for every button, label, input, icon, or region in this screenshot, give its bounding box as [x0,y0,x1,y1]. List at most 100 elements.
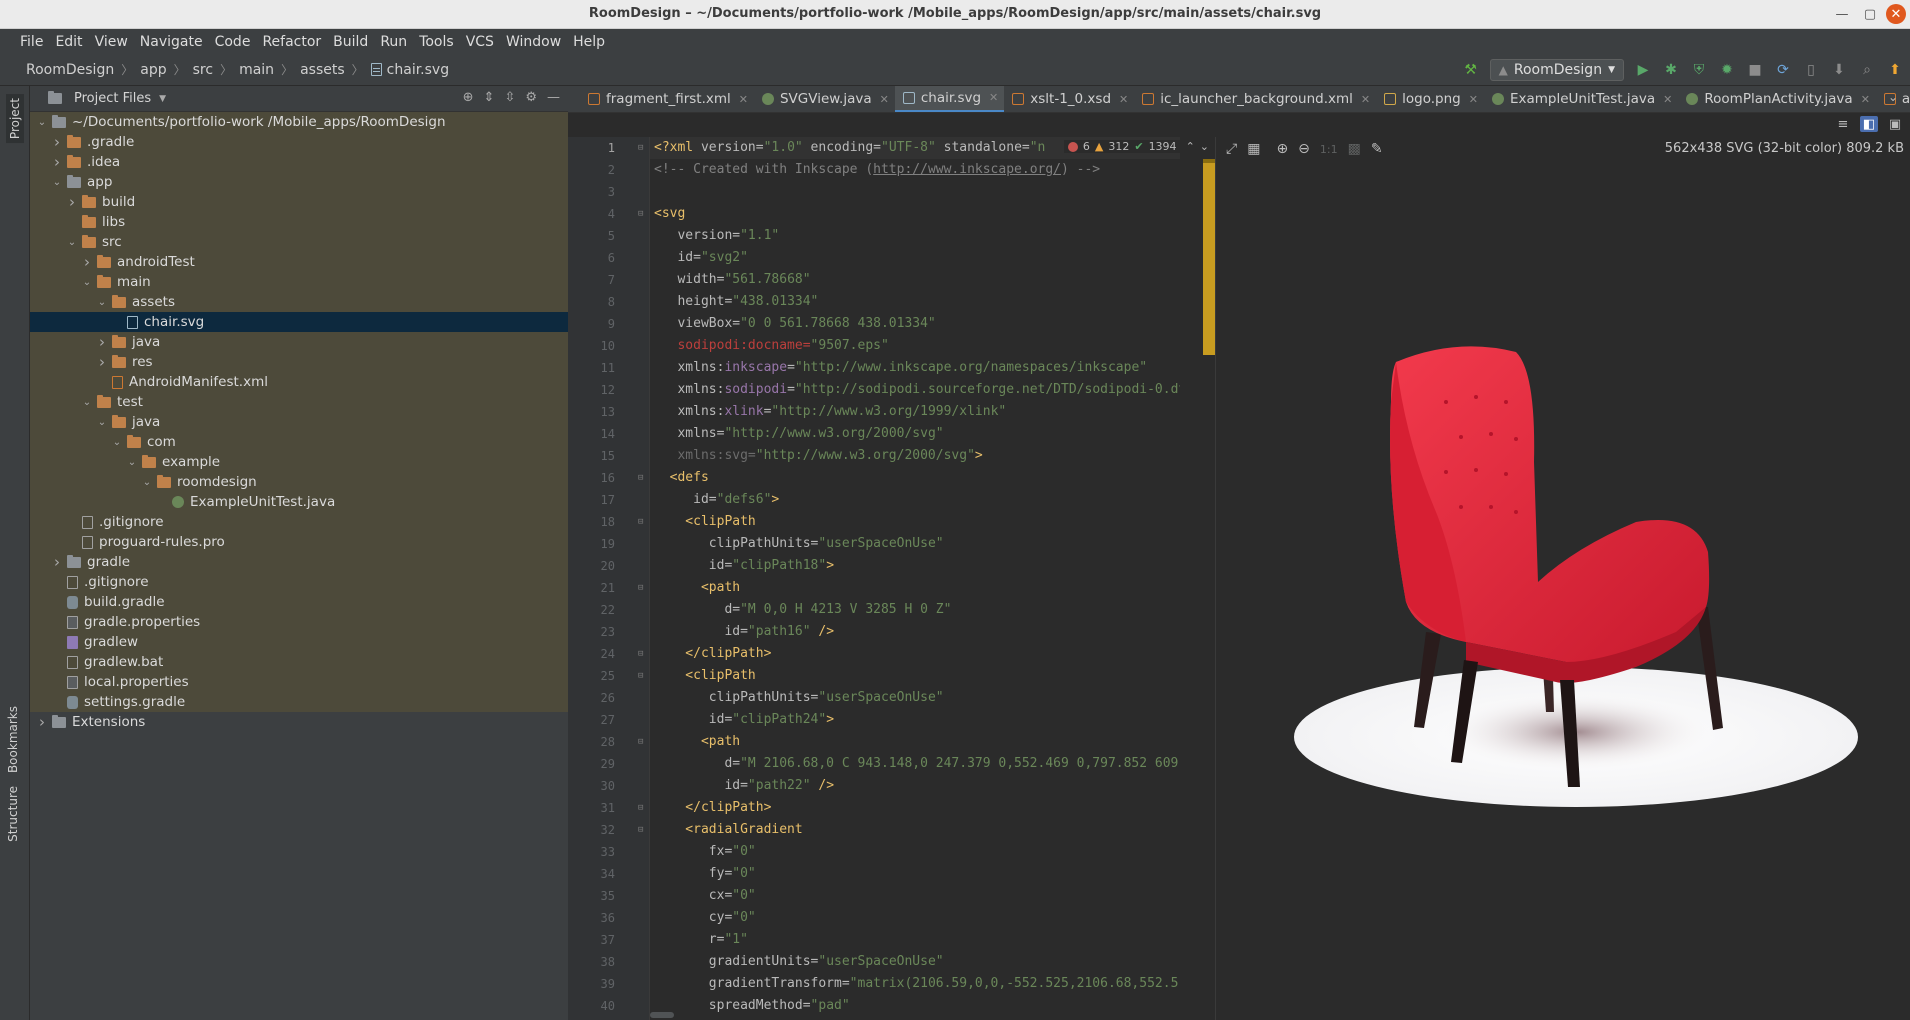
chevron-down-icon[interactable]: ⌄ [81,277,93,288]
update-icon[interactable]: ⬆ [1886,61,1904,79]
code-line[interactable]: <svg [650,203,1180,225]
code-line[interactable]: spreadMethod="pad" [650,995,1180,1017]
code-line[interactable]: cx="0" [650,885,1180,907]
tree-item[interactable]: ⌄ main [30,272,568,292]
code-line[interactable]: id="svg2" [650,247,1180,269]
tree-item[interactable]: build.gradle [30,592,568,612]
code-line[interactable]: viewBox="0 0 561.78668 438.01334" [650,313,1180,335]
tree-item[interactable]: › java [30,332,568,352]
code-line[interactable]: <path [650,577,1180,599]
code-line[interactable]: xmlns:svg="http://www.w3.org/2000/svg"> [650,445,1180,467]
tree-item[interactable]: ⌄ ~/Documents/portfolio-work /Mobile_apps… [30,112,568,132]
fold-marker-icon[interactable]: ⊟ [638,825,643,835]
menu-view[interactable]: View [95,34,128,50]
collapse-all-icon[interactable]: ⇳ [504,90,515,105]
close-icon[interactable]: ✕ [1886,4,1906,24]
close-tab-icon[interactable]: ✕ [1663,93,1672,106]
tree-item[interactable]: › .idea [30,152,568,172]
code-line[interactable]: d="M 2106.68,0 C 943.148,0 247.379 0,552… [650,753,1180,775]
chevron-down-icon[interactable]: ⌄ [126,457,138,468]
chevron-down-icon[interactable]: ⌄ [81,397,93,408]
code-line[interactable]: <path [650,731,1180,753]
tree-item[interactable]: local.properties [30,672,568,692]
locate-file-icon[interactable]: ⊕ [463,90,474,105]
zoom-out-icon[interactable]: ⊖ [1298,141,1310,157]
project-tool-window-tab[interactable]: Project [6,94,24,144]
minimize-icon[interactable]: — [1830,3,1854,25]
code-line[interactable]: <clipPath [650,665,1180,687]
tree-item[interactable]: gradlew [30,632,568,652]
code-line[interactable]: cy="0" [650,907,1180,929]
tree-item[interactable]: ⌄ java [30,412,568,432]
close-tab-icon[interactable]: ✕ [1119,93,1128,106]
code-line[interactable]: id="clipPath18"> [650,555,1180,577]
build-hammer-icon[interactable]: ⚒ [1462,61,1480,79]
chevron-right-icon[interactable]: › [81,253,93,271]
menu-refactor[interactable]: Refactor [262,34,321,50]
chevron-right-icon[interactable]: › [51,153,63,171]
fold-marker-icon[interactable]: ⊟ [638,209,643,219]
code-line[interactable]: <radialGradient [650,819,1180,841]
close-tab-icon[interactable]: ✕ [739,93,748,106]
tree-item[interactable]: gradle.properties [30,612,568,632]
color-picker-icon[interactable]: ✎ [1371,141,1383,157]
zoom-in-icon[interactable]: ⊕ [1276,141,1288,157]
profile-icon[interactable]: ✹ [1718,61,1736,79]
menu-file[interactable]: File [20,34,43,50]
fold-marker-icon[interactable]: ⊟ [638,473,643,483]
code-line[interactable]: clipPathUnits="userSpaceOnUse" [650,687,1180,709]
breadcrumb-item[interactable]: src [193,62,213,78]
close-tab-icon[interactable]: ✕ [989,91,998,104]
tree-item[interactable]: ⌄ app [30,172,568,192]
tree-item[interactable]: ⌄ src [30,232,568,252]
tree-item[interactable]: gradlew.bat [30,652,568,672]
editor-tab[interactable]: ic_launcher_background.xml ✕ [1134,86,1376,112]
bookmarks-tool-window-tab[interactable]: Bookmarks [6,706,20,773]
chevron-down-icon[interactable]: ⌄ [1200,140,1209,153]
code-line[interactable]: <!-- Created with Inkscape (http://www.i… [650,159,1180,181]
menu-edit[interactable]: Edit [55,34,82,50]
menu-vcs[interactable]: VCS [466,34,494,50]
tree-item[interactable]: ⌄ roomdesign [30,472,568,492]
tree-item[interactable]: › res [30,352,568,372]
code-line[interactable]: width="561.78668" [650,269,1180,291]
sync-gradle-icon[interactable]: ⟳ [1774,61,1792,79]
editor-tab[interactable]: ExampleUnitTest.java ✕ [1484,86,1678,112]
grid-icon[interactable]: ▦ [1247,141,1260,157]
breadcrumb-item[interactable]: assets [300,62,345,78]
menu-navigate[interactable]: Navigate [140,34,203,50]
tree-item[interactable]: .gitignore [30,512,568,532]
tree-item[interactable]: chair.svg [30,312,568,332]
stop-icon[interactable]: ■ [1746,61,1764,79]
code-line[interactable]: id="path22" /> [650,775,1180,797]
close-tab-icon[interactable]: ✕ [1861,93,1870,106]
close-tab-icon[interactable]: ✕ [1469,93,1478,106]
code-line[interactable]: xmlns:inkscape="http://www.inkscape.org/… [650,357,1180,379]
code-line[interactable]: </clipPath> [650,643,1180,665]
code-line[interactable]: <clipPath [650,511,1180,533]
fit-to-window-icon[interactable]: ⤢ [1226,141,1237,157]
run-icon[interactable]: ▶ [1634,61,1652,79]
tree-item[interactable]: ⌄ example [30,452,568,472]
chevron-right-icon[interactable]: › [96,353,108,371]
code-line[interactable]: d="M 0,0 H 4213 V 3285 H 0 Z" [650,599,1180,621]
device-manager-icon[interactable]: ▯ [1802,61,1820,79]
code-line[interactable]: version="1.1" [650,225,1180,247]
code-line[interactable]: xmlns="http://www.w3.org/2000/svg" [650,423,1180,445]
editor-tab[interactable]: logo.png ✕ [1376,86,1484,112]
tree-item[interactable]: ⌄ com [30,432,568,452]
horizontal-scrollbar[interactable] [650,1012,674,1018]
fold-marker-icon[interactable]: ⊟ [638,649,643,659]
chevron-down-icon[interactable]: ⌄ [141,477,153,488]
tree-item[interactable]: AndroidManifest.xml [30,372,568,392]
actual-size-button[interactable]: 1:1 [1320,143,1338,156]
chevron-down-icon[interactable]: ⌄ [51,177,63,188]
editor-tab[interactable]: SVGView.java ✕ [754,86,895,112]
project-view-select[interactable]: Project Files [74,91,151,106]
tree-item[interactable]: .gitignore [30,572,568,592]
menu-run[interactable]: Run [380,34,407,50]
chevron-down-icon[interactable]: ⌄ [66,237,78,248]
code-line[interactable]: xmlns:xlink="http://www.w3.org/1999/xlin… [650,401,1180,423]
code-editor[interactable]: 1 ⊟ 2 3 4 ⊟ 5 6 7 8 9 10 11 12 13 14 15 16 ⊟ 17 18 ⊟ 19 20 21 ⊟ 22… [568,137,1215,1020]
chevron-right-icon[interactable]: › [51,553,63,571]
